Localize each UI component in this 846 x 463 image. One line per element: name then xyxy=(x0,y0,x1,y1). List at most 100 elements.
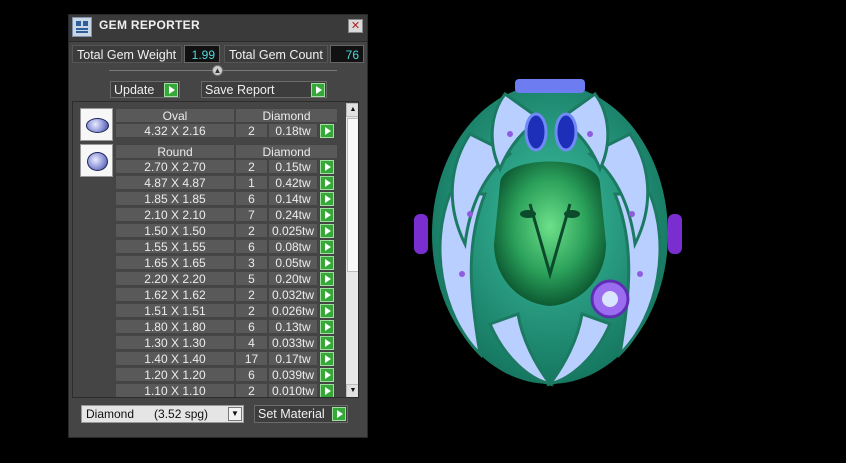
green-play-arrow-icon[interactable] xyxy=(320,208,334,222)
lion-eye xyxy=(520,210,536,218)
gem-count: 17 xyxy=(235,351,268,366)
oval-gem-icon[interactable] xyxy=(80,108,113,141)
gem-weight: 0.010tw xyxy=(268,383,318,397)
lion-eye xyxy=(564,210,580,218)
green-play-arrow-icon xyxy=(332,407,346,421)
green-play-arrow-icon[interactable] xyxy=(320,384,334,397)
scroll-down-arrow-icon[interactable]: ▼ xyxy=(346,384,358,397)
gem-stone xyxy=(467,211,473,217)
gem-count: 6 xyxy=(235,191,268,206)
gem-count: 6 xyxy=(235,239,268,254)
green-play-arrow-icon[interactable] xyxy=(320,352,334,366)
green-play-arrow-icon[interactable] xyxy=(320,176,334,190)
gem-weight: 0.039tw xyxy=(268,367,318,382)
gem-size: 2.20 X 2.20 xyxy=(115,271,235,286)
green-play-arrow-icon[interactable] xyxy=(320,336,334,350)
window-title: GEM REPORTER xyxy=(99,18,200,32)
green-play-arrow-icon[interactable] xyxy=(320,124,334,138)
scroll-up-arrow-icon[interactable]: ▲ xyxy=(346,103,358,117)
gem-size: 1.20 X 1.20 xyxy=(115,367,235,382)
gem-size: 1.50 X 1.50 xyxy=(115,223,235,238)
gem-weight: 0.032tw xyxy=(268,287,318,302)
top-bail xyxy=(515,79,585,93)
lion-pendant-model xyxy=(414,79,682,387)
set-material-button[interactable]: Set Material xyxy=(254,405,348,423)
gem-size: 1.80 X 1.80 xyxy=(115,319,235,334)
gem-size: 1.65 X 1.65 xyxy=(115,255,235,270)
green-play-arrow-icon[interactable] xyxy=(320,304,334,318)
gem-count: 7 xyxy=(235,207,268,222)
round-gem-icon[interactable] xyxy=(80,144,113,177)
green-play-arrow-icon[interactable] xyxy=(320,320,334,334)
gem-count: 1 xyxy=(235,175,268,190)
gem-weight: 0.17tw xyxy=(268,351,318,366)
close-icon[interactable]: ✕ xyxy=(348,19,363,33)
gem-count: 2 xyxy=(235,287,268,302)
green-play-arrow-icon xyxy=(164,83,178,97)
scrollbar-thumb[interactable] xyxy=(347,118,358,272)
divider xyxy=(109,70,337,71)
gem-weight: 0.025tw xyxy=(268,223,318,238)
gem-count: 3 xyxy=(235,255,268,270)
gem-count: 2 xyxy=(235,303,268,318)
material-header: Diamond xyxy=(235,144,338,159)
green-play-arrow-icon[interactable] xyxy=(320,240,334,254)
shape-header: Round xyxy=(115,144,235,159)
green-play-arrow-icon[interactable] xyxy=(320,192,334,206)
gem-weight: 0.18tw xyxy=(268,123,318,138)
gem-count: 2 xyxy=(235,159,268,174)
total-gem-count-label: Total Gem Count xyxy=(224,45,328,63)
save-report-button[interactable]: Save Report xyxy=(201,81,327,98)
gem-stone xyxy=(459,271,465,277)
gem-weight: 0.033tw xyxy=(268,335,318,350)
collapse-arrow-icon[interactable]: ▲ xyxy=(212,65,223,76)
gem-count: 6 xyxy=(235,367,268,382)
gem-size: 1.85 X 1.85 xyxy=(115,191,235,206)
material-select[interactable]: Diamond (3.52 spg) ▼ xyxy=(81,405,244,423)
gem-weight: 0.14tw xyxy=(268,191,318,206)
dropdown-arrow-icon[interactable]: ▼ xyxy=(228,407,242,421)
gem-list[interactable]: Oval Diamond 4.32 X 2.16 2 0.18tw Round … xyxy=(72,101,359,398)
side-bail-left xyxy=(414,214,428,254)
material-select-value: Diamond (3.52 spg) xyxy=(86,407,209,421)
gem-size: 1.30 X 1.30 xyxy=(115,335,235,350)
green-play-arrow-icon[interactable] xyxy=(320,272,334,286)
gem-weight: 0.026tw xyxy=(268,303,318,318)
set-material-label: Set Material xyxy=(258,407,325,421)
gem-stone xyxy=(507,131,513,137)
gem-count: 2 xyxy=(235,123,268,138)
update-label: Update xyxy=(114,83,155,97)
gem-size: 1.62 X 1.62 xyxy=(115,287,235,302)
green-play-arrow-icon xyxy=(311,83,325,97)
total-gem-count-value: 76 xyxy=(330,45,364,63)
gem-weight: 0.13tw xyxy=(268,319,318,334)
green-play-arrow-icon[interactable] xyxy=(320,368,334,382)
green-play-arrow-icon[interactable] xyxy=(320,160,334,174)
green-play-arrow-icon[interactable] xyxy=(320,224,334,238)
gem-weight: 0.20tw xyxy=(268,271,318,286)
gem-size: 1.51 X 1.51 xyxy=(115,303,235,318)
gem-count: 2 xyxy=(235,383,268,397)
gem-reporter-icon xyxy=(72,17,92,37)
gem-size: 4.32 X 2.16 xyxy=(115,123,235,138)
side-bail-right xyxy=(668,214,682,254)
oval-gem-right xyxy=(554,112,578,152)
gem-size: 2.70 X 2.70 xyxy=(115,159,235,174)
lion-face xyxy=(494,161,606,306)
gem-reporter-panel: GEM REPORTER ✕ Total Gem Weight 1.99 Tot… xyxy=(68,14,368,438)
gem-size: 1.40 X 1.40 xyxy=(115,351,235,366)
round-gem xyxy=(602,291,618,307)
update-button[interactable]: Update xyxy=(110,81,180,98)
green-play-arrow-icon[interactable] xyxy=(320,288,334,302)
oval-gem-left xyxy=(524,112,548,152)
vertical-scrollbar[interactable]: ▲ ▼ xyxy=(346,103,358,397)
gem-stone xyxy=(587,131,593,137)
gem-weight: 0.24tw xyxy=(268,207,318,222)
title-bar[interactable]: GEM REPORTER ✕ xyxy=(69,15,367,42)
gem-count: 5 xyxy=(235,271,268,286)
green-play-arrow-icon[interactable] xyxy=(320,256,334,270)
save-report-label: Save Report xyxy=(205,83,275,97)
gem-size: 1.55 X 1.55 xyxy=(115,239,235,254)
gem-count: 4 xyxy=(235,335,268,350)
gem-count: 6 xyxy=(235,319,268,334)
